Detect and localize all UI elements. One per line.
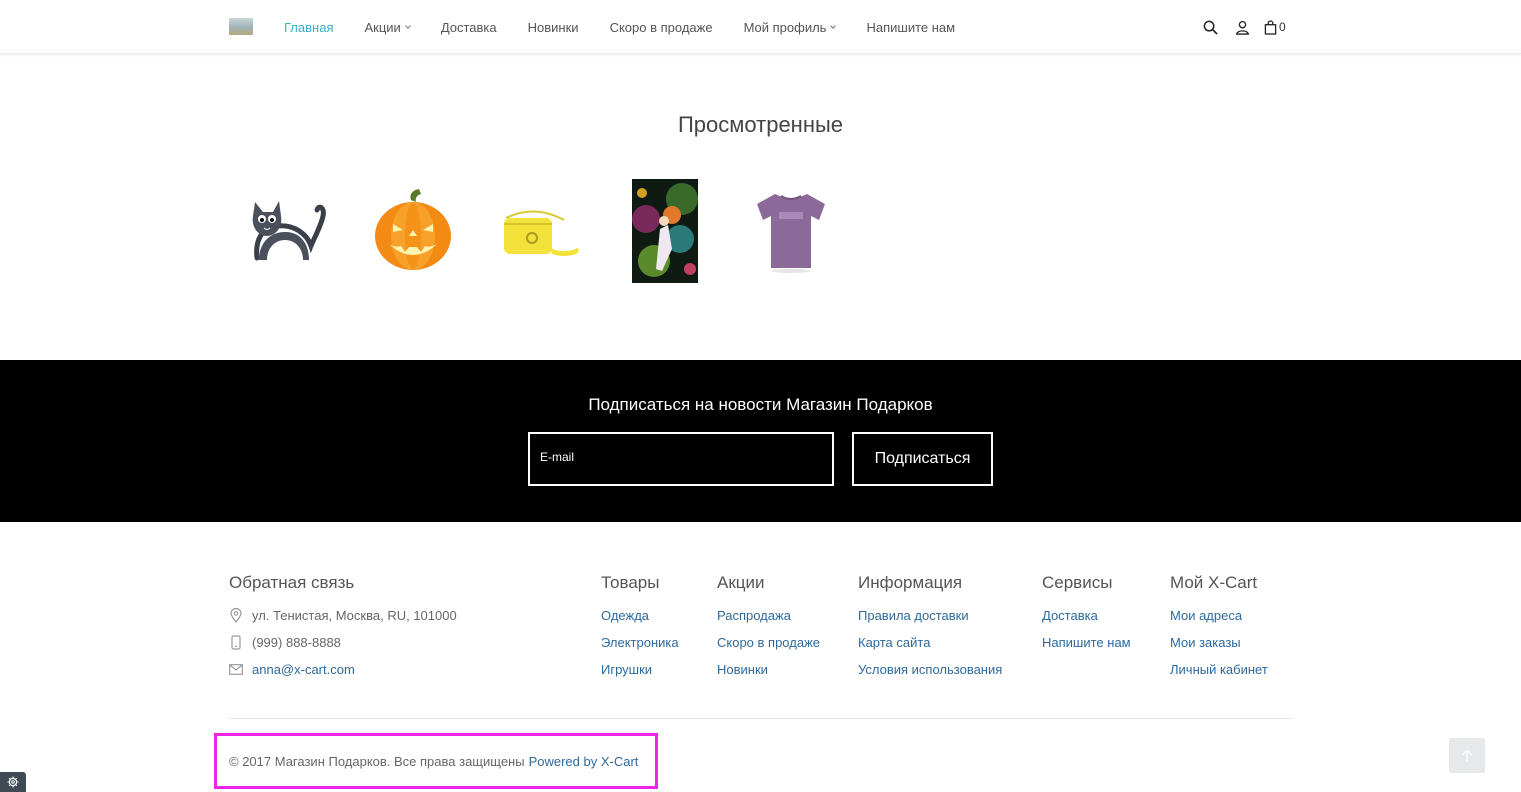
footer-link[interactable]: Карта сайта bbox=[858, 634, 1002, 651]
footer-link[interactable]: Скоро в продаже bbox=[717, 634, 820, 651]
footer-col-title: Мой X-Cart bbox=[1170, 573, 1258, 592]
footer-col-title: Информация bbox=[858, 573, 963, 592]
search-icon[interactable] bbox=[1200, 17, 1220, 37]
cart-count: 0 bbox=[1279, 20, 1286, 34]
nav-item-coming-soon[interactable]: Скоро в продаже bbox=[610, 20, 713, 35]
footer-col-information: Информация Правила доставки Карта сайта … bbox=[858, 573, 1002, 688]
product-purple-tshirt[interactable] bbox=[731, 176, 851, 286]
footer-contact-title: Обратная связь bbox=[229, 573, 355, 592]
header-tools: 0 bbox=[1200, 17, 1286, 37]
copyright-text: © 2017 Магазин Подарков. Все права защищ… bbox=[229, 753, 525, 769]
phone-icon bbox=[229, 635, 243, 651]
footer-link[interactable]: Электроника bbox=[601, 634, 679, 651]
footer-link[interactable]: Игрушки bbox=[601, 661, 679, 678]
contact-phone: (999) 888-8888 bbox=[229, 634, 457, 651]
newsletter-title: Подписаться на новости Магазин Подарков bbox=[588, 395, 933, 414]
footer-col-title: Акции bbox=[717, 573, 765, 592]
gear-icon bbox=[7, 776, 19, 788]
powered-by-link[interactable]: Powered by X-Cart bbox=[529, 754, 639, 769]
footer-link[interactable]: Одежда bbox=[601, 607, 679, 624]
footer-link[interactable]: Распродажа bbox=[717, 607, 820, 624]
envelope-icon bbox=[229, 662, 243, 678]
footer-link[interactable]: Правила доставки bbox=[858, 607, 1002, 624]
settings-button[interactable] bbox=[0, 772, 26, 792]
contact-email-link[interactable]: anna@x-cart.com bbox=[252, 661, 355, 678]
product-fantasy-art-print[interactable] bbox=[605, 176, 725, 286]
site-header: Главная Акции Доставка Новинки Скоро в п… bbox=[0, 0, 1521, 54]
footer-link[interactable]: Напишите нам bbox=[1042, 634, 1131, 651]
nav-item-new[interactable]: Новинки bbox=[528, 20, 579, 35]
footer-contact: Обратная связь ул. Тенистая, Москва, RU,… bbox=[229, 573, 457, 688]
map-pin-icon bbox=[229, 608, 243, 624]
footer-link[interactable]: Условия использования bbox=[858, 661, 1002, 678]
subscribe-button[interactable]: Подписаться bbox=[852, 432, 993, 486]
nav-item-promotions[interactable]: Акции bbox=[364, 20, 411, 35]
nav-item-home[interactable]: Главная bbox=[284, 20, 333, 35]
nav-item-contact[interactable]: Напишите нам bbox=[866, 20, 955, 35]
email-field[interactable]: E-mail bbox=[528, 432, 834, 486]
contact-email: anna@x-cart.com bbox=[229, 661, 457, 678]
shopping-bag-icon[interactable]: 0 bbox=[1264, 17, 1286, 37]
copyright: © 2017 Магазин Подарков. Все права защищ… bbox=[214, 733, 658, 789]
chevron-down-icon bbox=[830, 23, 837, 29]
footer-link[interactable]: Мои адреса bbox=[1170, 607, 1268, 624]
footer-divider bbox=[229, 718, 1292, 719]
footer-link[interactable]: Новинки bbox=[717, 661, 820, 678]
recently-viewed-title: Просмотренные bbox=[677, 112, 844, 137]
footer-col-services: Сервисы Доставка Напишите нам bbox=[1042, 573, 1131, 661]
nav-item-profile[interactable]: Мой профиль bbox=[744, 20, 837, 35]
logo[interactable] bbox=[229, 18, 253, 35]
footer-link[interactable]: Мои заказы bbox=[1170, 634, 1268, 651]
arrow-up-icon bbox=[1462, 749, 1472, 762]
product-yellow-handbag[interactable] bbox=[479, 176, 599, 286]
footer-col-title: Товары bbox=[601, 573, 660, 592]
chevron-down-icon bbox=[404, 23, 411, 29]
footer-link[interactable]: Личный кабинет bbox=[1170, 661, 1268, 678]
recently-viewed-list bbox=[229, 176, 857, 286]
footer-col-my-xcart: Мой X-Cart Мои адреса Мои заказы Личный … bbox=[1170, 573, 1268, 688]
user-icon[interactable] bbox=[1232, 17, 1252, 37]
contact-address: ул. Тенистая, Москва, RU, 101000 bbox=[229, 607, 457, 624]
product-pumpkin[interactable] bbox=[353, 176, 473, 286]
newsletter-section: Подписаться на новости Магазин Подарков … bbox=[0, 360, 1521, 522]
footer-link[interactable]: Доставка bbox=[1042, 607, 1131, 624]
footer-col-title: Сервисы bbox=[1042, 573, 1113, 592]
footer-col-promotions: Акции Распродажа Скоро в продаже Новинки bbox=[717, 573, 820, 688]
footer-col-products: Товары Одежда Электроника Игрушки bbox=[601, 573, 679, 688]
product-cat-figure[interactable] bbox=[229, 176, 349, 286]
nav-item-delivery[interactable]: Доставка bbox=[441, 20, 497, 35]
main-nav: Главная Акции Доставка Новинки Скоро в п… bbox=[284, 0, 986, 54]
scroll-to-top-button[interactable] bbox=[1449, 738, 1485, 773]
